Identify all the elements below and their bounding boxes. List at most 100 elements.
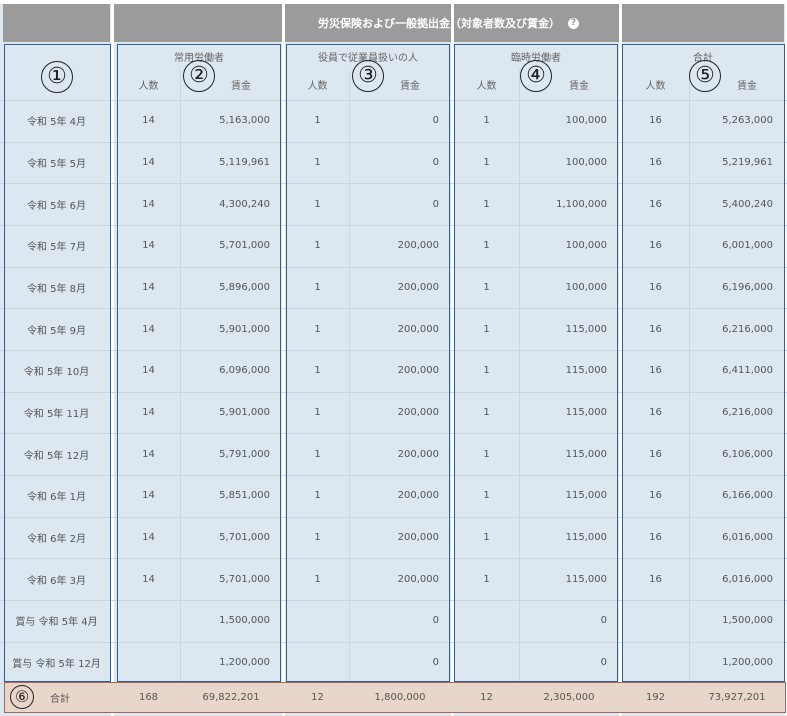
month-label: 令和 5年 9月 (26, 325, 87, 337)
count-cell: 1 (483, 532, 490, 544)
group-separator (111, 4, 114, 716)
wage-cell: 0 (432, 615, 439, 627)
count-cell: 1 (314, 365, 321, 377)
count-cell: 16 (649, 573, 662, 585)
month-label: 令和 5年 5月 (26, 158, 87, 170)
marker-2: ② (183, 60, 215, 92)
wage-cell: 200,000 (397, 490, 439, 502)
month-label: 令和 6年 3月 (26, 575, 87, 587)
wage-cell: 1,200,000 (219, 657, 270, 669)
marker-5: ⑤ (689, 60, 721, 92)
wage-cell: 1,200,000 (722, 657, 773, 669)
marker-4: ④ (520, 60, 552, 92)
total-count-cell: 12 (311, 692, 324, 703)
wage-cell: 200,000 (397, 448, 439, 460)
title-corner-cell (3, 4, 110, 42)
wage-cell: 5,163,000 (219, 115, 270, 127)
wage-cell: 200,000 (397, 407, 439, 419)
count-cell: 1 (314, 323, 321, 335)
wage-cell: 0 (432, 198, 439, 210)
count-cell: 16 (649, 282, 662, 293)
count-cell: 1 (314, 448, 321, 460)
wage-cell: 115,000 (565, 490, 607, 502)
wage-cell: 5,701,000 (219, 532, 270, 544)
count-cell (622, 642, 689, 684)
wage-cell: 5,901,000 (219, 323, 270, 335)
count-cell: 14 (142, 532, 155, 544)
wage-cell: 6,016,000 (722, 573, 773, 585)
count-cell (622, 600, 689, 642)
count-cell: 16 (649, 365, 662, 377)
count-cell: 1 (483, 323, 490, 335)
count-cell (117, 600, 180, 642)
wage-cell: 200,000 (397, 365, 439, 377)
total-count-cell: 192 (645, 692, 666, 703)
wage-cell: 4,300,240 (219, 198, 270, 210)
month-label: 令和 5年 4月 (26, 117, 87, 129)
wage-cell: 6,106,000 (722, 448, 773, 460)
wage-cell: 100,000 (565, 282, 607, 293)
wage-cell: 5,701,000 (219, 240, 270, 252)
marker-1: ① (41, 61, 73, 93)
total-count-cell: 168 (138, 692, 159, 703)
count-header: 人数 (476, 80, 497, 92)
count-cell: 16 (649, 240, 662, 252)
month-label: 令和 5年 6月 (26, 200, 87, 212)
count-cell: 16 (649, 407, 662, 419)
count-cell: 14 (142, 198, 155, 210)
total-label: 合計 (50, 694, 70, 705)
count-cell: 1 (314, 407, 321, 419)
wage-cell: 200,000 (397, 573, 439, 585)
count-cell: 14 (142, 407, 155, 419)
count-header: 人数 (138, 80, 159, 92)
wage-cell: 200,000 (397, 240, 439, 252)
count-cell (454, 600, 519, 642)
wage-cell: 100,000 (565, 115, 607, 127)
count-cell: 14 (142, 490, 155, 502)
count-cell: 14 (142, 240, 155, 252)
group-separator (282, 4, 285, 716)
wage-cell: 6,216,000 (722, 407, 773, 419)
count-cell: 1 (483, 240, 490, 252)
count-cell: 1 (314, 282, 321, 293)
wage-cell: 6,096,000 (219, 365, 270, 377)
count-cell: 1 (483, 115, 490, 127)
count-cell: 14 (142, 448, 155, 460)
wage-cell: 115,000 (565, 407, 607, 419)
wage-cell: 6,016,000 (722, 532, 773, 544)
count-cell (454, 642, 519, 684)
count-cell: 1 (483, 198, 490, 210)
count-cell: 1 (483, 365, 490, 377)
month-label: 賞与 令和 5年 12月 (12, 659, 101, 671)
wage-cell: 5,119,961 (219, 156, 270, 168)
count-header: 人数 (307, 80, 328, 92)
wage-cell: 1,100,000 (556, 198, 607, 210)
marker-6: ⑥ (10, 685, 34, 709)
wage-cell: 6,166,000 (722, 490, 773, 502)
count-cell: 1 (483, 448, 490, 460)
wage-cell: 5,219,961 (722, 156, 773, 168)
count-cell: 1 (314, 156, 321, 168)
wage-cell: 200,000 (397, 282, 439, 293)
wage-cell: 5,701,000 (219, 573, 270, 585)
wage-cell: 5,263,000 (722, 115, 773, 127)
count-cell (286, 600, 349, 642)
month-label: 令和 5年 8月 (26, 284, 87, 295)
wage-cell: 6,411,000 (722, 365, 773, 377)
count-cell: 1 (483, 573, 490, 585)
count-cell: 14 (142, 282, 155, 293)
count-cell (286, 642, 349, 684)
help-icon[interactable]: ? (568, 17, 579, 29)
count-cell: 16 (649, 198, 662, 210)
count-cell: 16 (649, 156, 662, 168)
count-cell: 1 (483, 407, 490, 419)
month-label: 令和 5年 11月 (23, 409, 90, 421)
count-cell: 16 (649, 448, 662, 460)
marker-3: ③ (352, 60, 384, 92)
total-wage-cell: 69,822,201 (202, 692, 260, 703)
total-wage-cell: 2,305,000 (543, 692, 595, 703)
wage-cell: 115,000 (565, 573, 607, 585)
table-title: 労災保険および一般拠出金（対象者数及び賃金） ? (113, 4, 784, 42)
month-label: 令和 5年 7月 (26, 242, 87, 254)
wage-cell: 5,896,000 (219, 282, 270, 293)
